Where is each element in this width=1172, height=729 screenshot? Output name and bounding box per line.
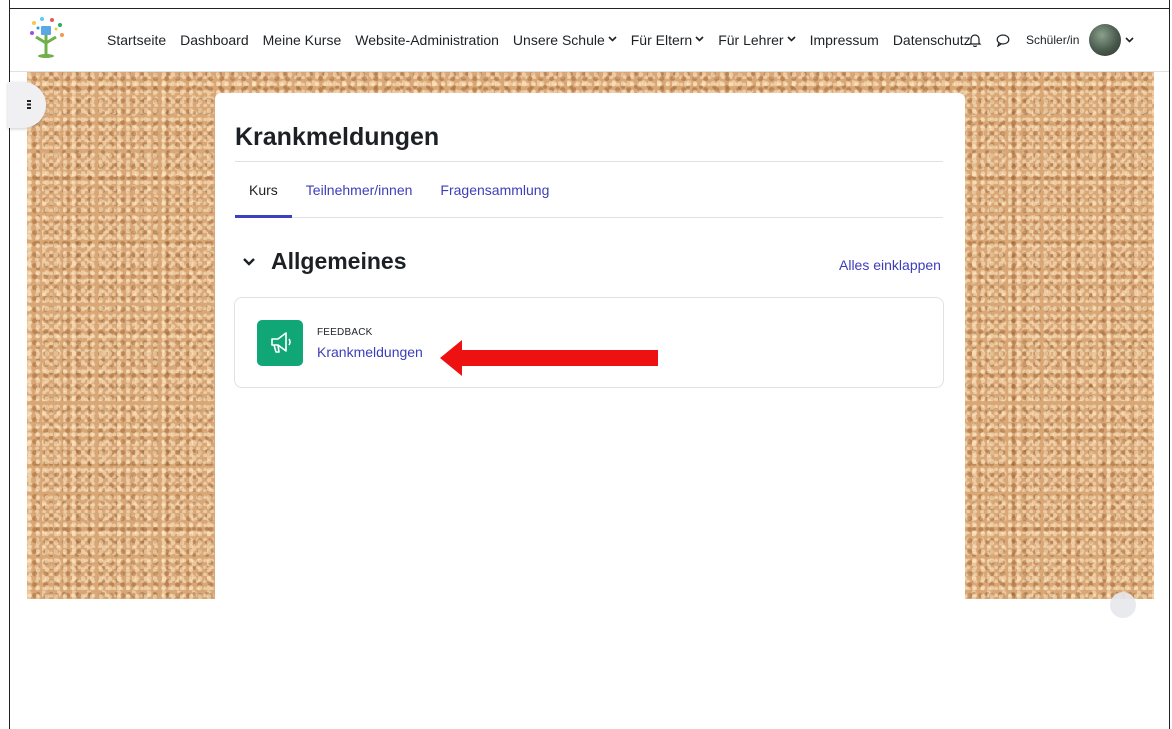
top-navbar: Startseite Dashboard Meine Kurse Website… <box>10 9 1169 72</box>
nav-label: Datenschutz <box>892 32 971 48</box>
help-button[interactable] <box>1110 592 1136 618</box>
bell-icon[interactable] <box>968 33 982 47</box>
tab-label: Kurs <box>249 181 278 198</box>
chevron-down-icon <box>695 36 704 42</box>
nav-label: Meine Kurse <box>262 32 342 48</box>
feedback-activity-icon[interactable] <box>257 320 303 366</box>
tab-kurs[interactable]: Kurs <box>235 162 292 218</box>
nav-label: Website-Administration <box>355 32 499 48</box>
nav-item-fuer-lehrer[interactable]: Für Lehrer <box>711 32 802 48</box>
primary-navigation: Startseite Dashboard Meine Kurse Website… <box>100 9 978 71</box>
nav-label: Unsere Schule <box>512 32 605 48</box>
nav-item-impressum[interactable]: Impressum <box>803 32 886 48</box>
nav-item-meine-kurse[interactable]: Meine Kurse <box>256 32 349 48</box>
section-title: Allgemeines <box>271 248 407 274</box>
frame-right-border <box>1169 0 1170 729</box>
user-role-label: Schüler/in <box>1026 33 1080 47</box>
nav-item-startseite[interactable]: Startseite <box>100 32 173 48</box>
tab-label: Teilnehmer/innen <box>305 181 413 198</box>
activity-link-krankmeldungen[interactable]: Krankmeldungen <box>317 344 423 360</box>
nav-item-datenschutz[interactable]: Datenschutz <box>886 32 978 48</box>
tab-fragensammlung[interactable]: Fragensammlung <box>426 162 563 217</box>
nav-label: Für Lehrer <box>718 32 784 48</box>
list-icon <box>27 100 31 109</box>
avatar[interactable] <box>1089 24 1122 56</box>
collapse-all-link[interactable]: Alles einklappen <box>839 257 941 273</box>
nav-label: Startseite <box>107 32 167 48</box>
page-title: Krankmeldungen <box>235 123 440 151</box>
nav-label: Impressum <box>809 32 879 48</box>
tab-teilnehmer[interactable]: Teilnehmer/innen <box>292 162 427 217</box>
activity-type-label: FEEDBACK <box>317 327 373 338</box>
chevron-down-icon <box>608 36 617 42</box>
section-header[interactable]: Allgemeines <box>241 248 407 275</box>
chevron-down-icon[interactable] <box>1125 37 1134 43</box>
nav-item-fuer-eltern[interactable]: Für Eltern <box>624 32 711 48</box>
nav-label: Für Eltern <box>630 32 693 48</box>
megaphone-icon <box>271 332 291 353</box>
annotation-arrow <box>440 340 658 376</box>
nav-label: Dashboard <box>180 32 249 48</box>
nav-item-dashboard[interactable]: Dashboard <box>173 32 256 48</box>
nav-item-website-administration[interactable]: Website-Administration <box>348 32 506 48</box>
user-menu-area: Schüler/in <box>968 9 1134 71</box>
site-logo[interactable] <box>24 13 70 59</box>
tab-label: Fragensammlung <box>440 181 550 198</box>
chevron-down-icon <box>787 36 796 42</box>
nav-item-unsere-schule[interactable]: Unsere Schule <box>506 32 624 48</box>
chevron-down-icon[interactable] <box>241 256 257 268</box>
course-tabs: Kurs Teilnehmer/innen Fragensammlung <box>235 162 943 218</box>
chat-icon[interactable] <box>996 33 1010 47</box>
